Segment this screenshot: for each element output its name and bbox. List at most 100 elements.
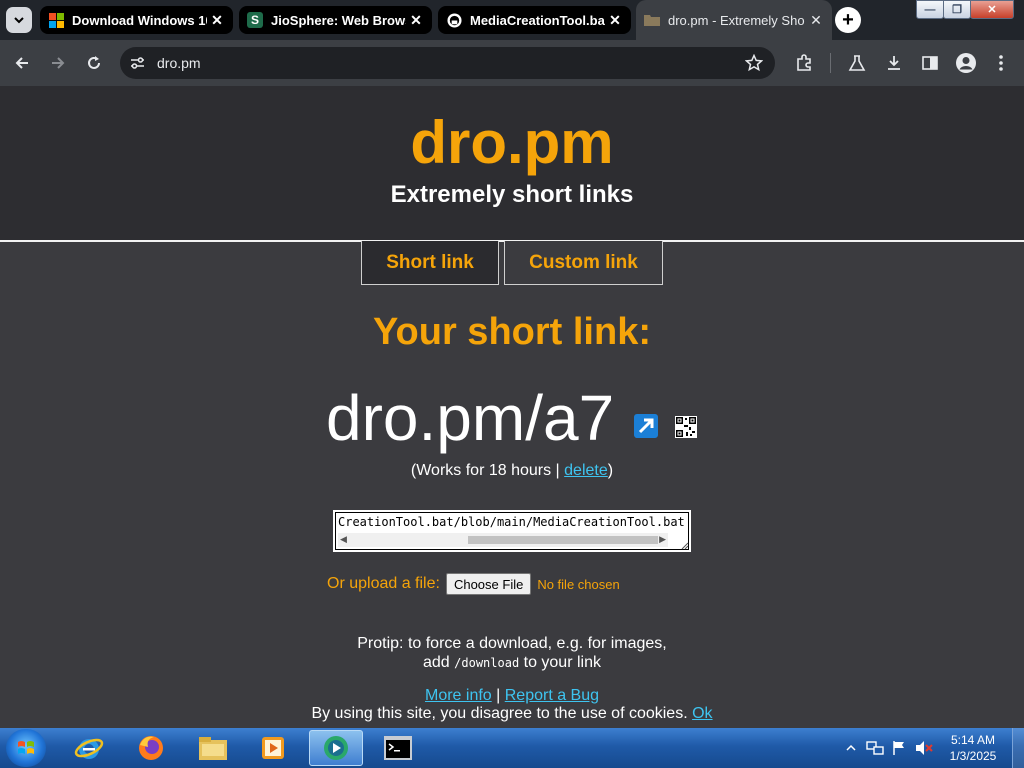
reload-icon bbox=[88, 56, 100, 69]
protip-tail: to your link bbox=[519, 654, 601, 671]
network-icon[interactable] bbox=[866, 740, 884, 756]
show-desktop-button[interactable] bbox=[1012, 728, 1024, 768]
address-bar[interactable]: dro.pm bbox=[120, 47, 775, 79]
expiry-note: (Works for 18 hours | delete) bbox=[0, 462, 1024, 480]
open-external-icon[interactable] bbox=[634, 414, 658, 438]
windows-logo-icon bbox=[18, 741, 34, 754]
expiry-text: (Works for 18 hours | bbox=[410, 462, 565, 479]
taskbar-internet-explorer[interactable] bbox=[62, 730, 116, 766]
protip-line-1: Protip: to force a download, e.g. for im… bbox=[357, 635, 667, 652]
protip-line-2: add /download to your link bbox=[0, 653, 1024, 673]
footer-separator: | bbox=[491, 687, 505, 704]
new-tab-button[interactable]: + bbox=[835, 7, 861, 33]
short-link-heading: Your short link: bbox=[373, 311, 651, 353]
protip-code: /download bbox=[454, 656, 520, 670]
close-tab-icon[interactable]: ✕ bbox=[207, 12, 227, 29]
taskbar-file-explorer[interactable] bbox=[186, 730, 240, 766]
toolbar-divider bbox=[830, 53, 831, 73]
report-bug-link[interactable]: Report a Bug bbox=[505, 687, 599, 704]
site-title[interactable]: dro.pm bbox=[0, 108, 1024, 177]
profile-avatar-icon[interactable] bbox=[955, 52, 977, 74]
cookie-ok-link[interactable]: Ok bbox=[692, 705, 712, 722]
close-tab-icon[interactable]: ✕ bbox=[605, 12, 625, 29]
download-icon[interactable] bbox=[885, 54, 903, 72]
reload-button[interactable] bbox=[82, 51, 106, 75]
upload-label: Or upload a file: bbox=[327, 575, 440, 592]
file-status: No file chosen bbox=[537, 576, 620, 592]
tab-title: MediaCreationTool.bat/ bbox=[470, 12, 605, 28]
windows-taskbar: 5:14 AM 1/3/2025 bbox=[0, 728, 1024, 768]
browser-toolbar: dro.pm bbox=[0, 40, 1024, 86]
tab-title: dro.pm - Extremely Sho bbox=[668, 12, 805, 28]
tab-custom-link[interactable]: Custom link bbox=[504, 241, 663, 285]
microsoft-logo-icon bbox=[48, 12, 64, 28]
scrollbar-thumb[interactable] bbox=[468, 536, 658, 544]
taskbar-firefox[interactable] bbox=[124, 730, 178, 766]
window-controls: — ❐ ✕ bbox=[916, 0, 1014, 19]
start-button[interactable] bbox=[6, 729, 46, 767]
expiry-close: ) bbox=[607, 462, 614, 479]
file-explorer-icon bbox=[199, 737, 227, 760]
internet-explorer-icon bbox=[74, 738, 104, 759]
short-link-text[interactable]: dro.pm/a7 bbox=[326, 381, 614, 455]
side-panel-icon[interactable] bbox=[921, 54, 939, 72]
arrow-right-icon bbox=[52, 57, 65, 69]
clock-date: 1/3/2025 bbox=[949, 749, 997, 763]
folder-favicon-icon bbox=[644, 12, 660, 28]
tab-mediacreationtool[interactable]: MediaCreationTool.bat/ ✕ bbox=[438, 6, 631, 34]
close-tab-icon[interactable]: ✕ bbox=[806, 12, 826, 29]
tab-dro-pm[interactable]: dro.pm - Extremely Sho ✕ bbox=[636, 0, 832, 40]
footer-links: More info | Report a Bug bbox=[0, 687, 1024, 705]
more-menu-icon[interactable] bbox=[996, 54, 1006, 72]
forward-button[interactable] bbox=[46, 51, 70, 75]
minimize-button[interactable]: — bbox=[916, 0, 944, 19]
media-player-icon bbox=[262, 737, 284, 759]
protip: Protip: to force a download, e.g. for im… bbox=[0, 634, 1024, 673]
cookie-banner: By using this site, you disagree to the … bbox=[0, 705, 1024, 723]
volume-muted-icon[interactable] bbox=[915, 740, 933, 756]
long-url-textarea[interactable]: CreationTool.bat/blob/main/MediaCreation… bbox=[333, 510, 691, 552]
protip-add: add bbox=[423, 654, 455, 671]
close-tab-icon[interactable]: ✕ bbox=[406, 12, 426, 29]
upload-row: Or upload a file: Choose File No file ch… bbox=[327, 573, 620, 595]
page-content: dro.pm Extremely short links Short link … bbox=[0, 86, 1024, 728]
clock-time: 5:14 AM bbox=[950, 733, 996, 747]
jiosphere-s-icon: S bbox=[247, 12, 263, 28]
resize-handle-icon[interactable] bbox=[681, 542, 689, 550]
action-center-flag-icon[interactable] bbox=[891, 740, 907, 756]
tab-search-button[interactable] bbox=[6, 7, 32, 33]
tab-short-link[interactable]: Short link bbox=[361, 241, 499, 285]
taskbar-clock[interactable]: 5:14 AM 1/3/2025 bbox=[940, 732, 1006, 764]
tab-strip: Download Windows 10 ✕ S JioSphere: Web B… bbox=[0, 0, 1024, 40]
media-center-icon bbox=[324, 736, 348, 760]
bookmark-star-icon[interactable] bbox=[745, 54, 763, 72]
delete-link[interactable]: delete bbox=[564, 462, 608, 479]
site-subtitle: Extremely short links bbox=[390, 181, 634, 208]
site-info-icon[interactable] bbox=[130, 56, 145, 70]
tab-download-windows[interactable]: Download Windows 10 ✕ bbox=[40, 6, 233, 34]
horizontal-scrollbar[interactable]: ◀ ▶ bbox=[338, 533, 668, 547]
scroll-right-icon[interactable]: ▶ bbox=[659, 534, 666, 545]
show-hidden-icons-icon[interactable] bbox=[846, 744, 856, 752]
taskbar-media-player[interactable] bbox=[246, 730, 300, 766]
tab-title: JioSphere: Web Browser bbox=[271, 12, 406, 28]
choose-file-button[interactable]: Choose File bbox=[445, 573, 532, 595]
tab-title: Download Windows 10 bbox=[72, 12, 207, 28]
labs-flask-icon[interactable] bbox=[848, 54, 866, 72]
tab-jiosphere[interactable]: S JioSphere: Web Browser ✕ bbox=[239, 6, 432, 34]
firefox-icon bbox=[139, 736, 163, 760]
scroll-left-icon[interactable]: ◀ bbox=[340, 534, 347, 545]
more-info-link[interactable]: More info bbox=[425, 687, 492, 704]
taskbar-command-prompt[interactable] bbox=[371, 730, 425, 766]
close-window-button[interactable]: ✕ bbox=[970, 0, 1014, 19]
back-button[interactable] bbox=[10, 51, 34, 75]
long-url-value: CreationTool.bat/blob/main/MediaCreation… bbox=[338, 515, 685, 529]
github-icon bbox=[446, 12, 462, 28]
taskbar-media-center[interactable] bbox=[309, 730, 363, 766]
qr-code-icon[interactable] bbox=[675, 416, 697, 438]
site-header: dro.pm Extremely short links bbox=[0, 86, 1024, 242]
chevron-down-icon bbox=[14, 17, 24, 24]
maximize-button[interactable]: ❐ bbox=[943, 0, 971, 19]
extensions-icon[interactable] bbox=[795, 54, 813, 72]
url-text: dro.pm bbox=[157, 55, 201, 71]
